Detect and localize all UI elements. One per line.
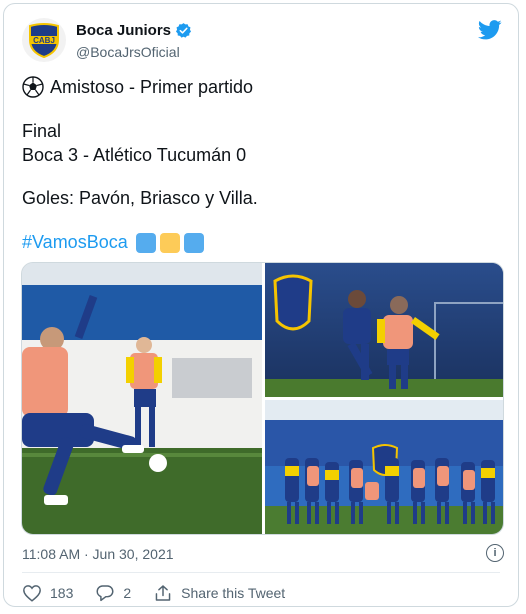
tweet-card: CABJ Boca Juniors @BocaJrsOficial Amisto…	[3, 3, 519, 607]
tweet-line-1: Amistoso - Primer partido	[22, 76, 253, 98]
info-icon[interactable]: i	[486, 544, 504, 562]
share-label: Share this Tweet	[181, 585, 286, 601]
reply-icon	[96, 585, 114, 602]
yellow-square-emoji	[159, 232, 180, 253]
hashtag-link[interactable]: #VamosBoca	[22, 232, 128, 253]
heart-icon	[23, 585, 41, 602]
verified-badge-icon	[176, 23, 192, 38]
tweet-timestamp[interactable]: 11:08 AM · Jun 30, 2021	[22, 546, 174, 562]
media-grid	[21, 262, 504, 535]
reply-button[interactable]: 2	[95, 584, 131, 602]
tweet-text-match: Amistoso - Primer partido	[50, 76, 254, 97]
blue-square-emoji	[183, 232, 204, 253]
soccer-ball-icon	[22, 76, 44, 98]
photo-player-kicking[interactable]	[22, 263, 262, 535]
divider	[22, 572, 500, 573]
reply-count: 2	[123, 585, 132, 601]
share-button[interactable]: Share this Tweet	[153, 584, 285, 602]
like-button[interactable]: 183	[22, 584, 73, 602]
tweet-text-goals: Goles: Pavón, Briasco y Villa.	[22, 188, 258, 208]
avatar[interactable]: CABJ	[22, 18, 66, 62]
author-handle[interactable]: @BocaJrsOficial	[76, 44, 180, 60]
photo-team-huddle[interactable]	[265, 400, 504, 535]
crest-text: CABJ	[33, 36, 55, 45]
share-icon	[155, 585, 171, 601]
blue-square-emoji	[135, 232, 156, 253]
tweet-text-score: Boca 3 - Atlético Tucumán 0	[22, 145, 247, 165]
like-count: 183	[50, 585, 74, 601]
tweet-text-final: Final	[22, 121, 62, 141]
photo-players-training[interactable]	[265, 263, 504, 397]
boca-crest-icon: CABJ	[29, 23, 59, 58]
author-name-row[interactable]: Boca Juniors	[76, 22, 192, 39]
tweet-actions: 183 2 Share this Tweet	[22, 584, 307, 602]
twitter-logo-icon[interactable]	[478, 20, 502, 40]
author-name[interactable]: Boca Juniors	[76, 22, 171, 39]
tweet-line-hashtag: #VamosBoca	[22, 232, 204, 253]
